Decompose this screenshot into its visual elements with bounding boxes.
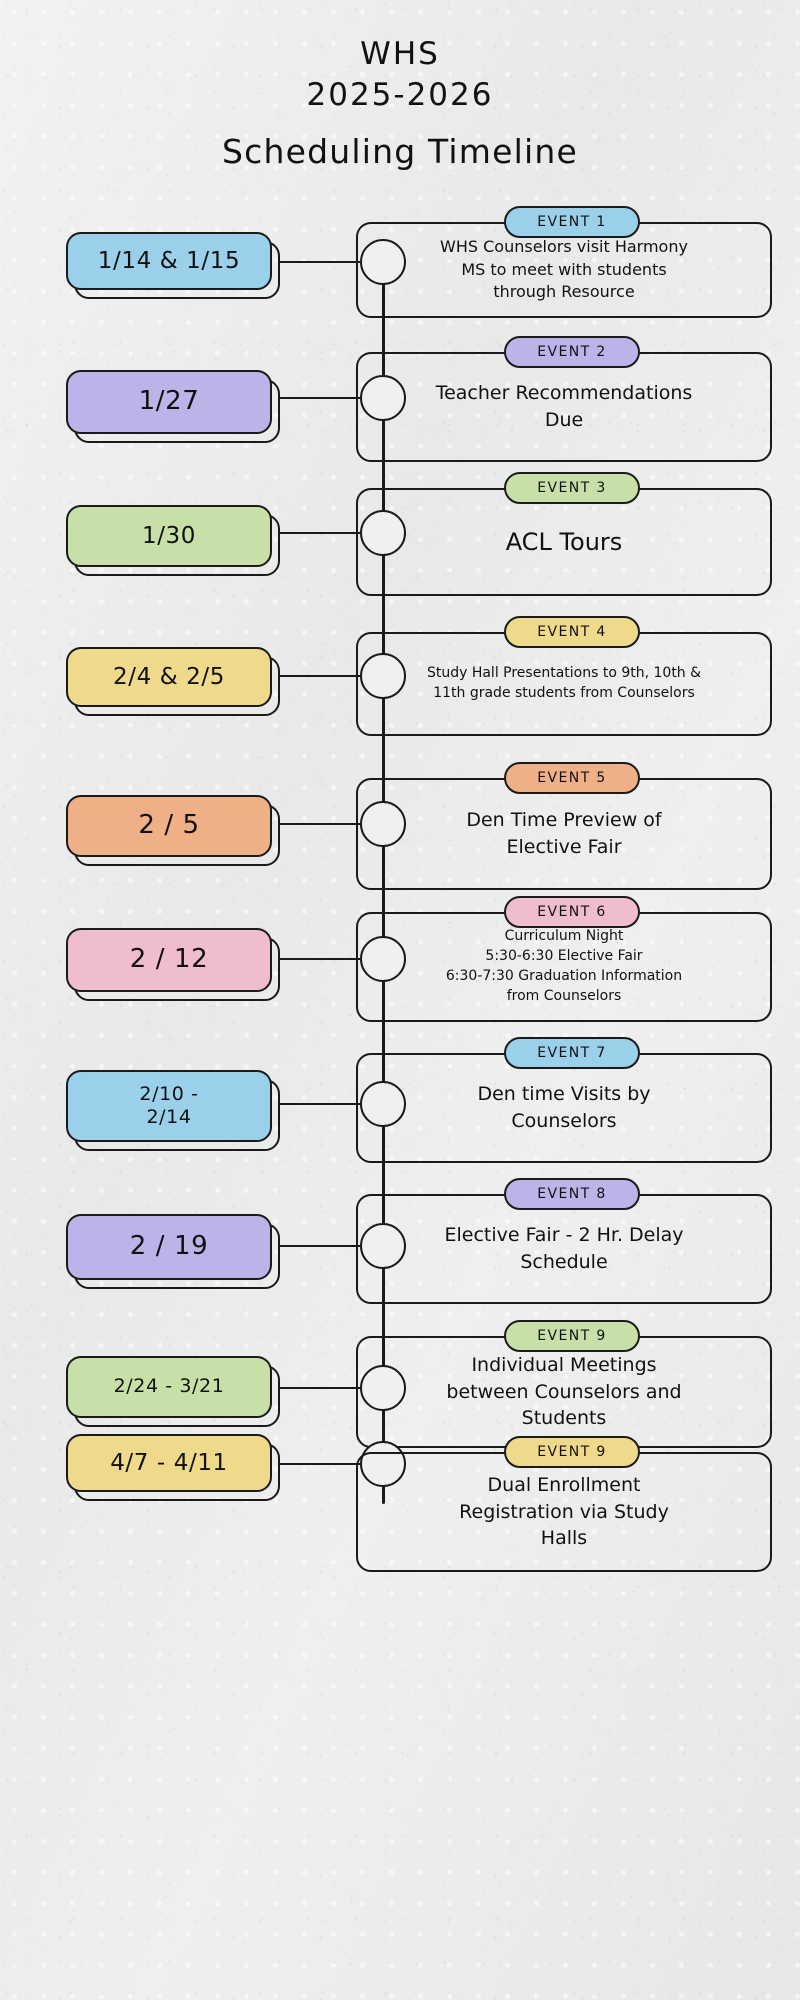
date-chip[interactable]: 4/7 - 4/11 <box>66 1434 272 1492</box>
event-pill[interactable]: EVENT 7 <box>504 1037 640 1069</box>
date-chip-wrapper: 2/4 & 2/5 <box>66 647 280 716</box>
date-chip-wrapper: 1/14 & 1/15 <box>66 232 280 299</box>
event-card[interactable]: Curriculum Night 5:30-6:30 Elective Fair… <box>356 912 772 1022</box>
date-chip-wrapper: 2/24 - 3/21 <box>66 1356 280 1427</box>
event-card[interactable]: ACL Tours <box>356 488 772 596</box>
date-chip-label: 4/7 - 4/11 <box>110 1449 228 1476</box>
event-card[interactable]: Dual Enrollment Registration via Study H… <box>356 1452 772 1572</box>
event-card[interactable]: Den time Visits by Counselors <box>356 1053 772 1163</box>
event-card-text: ACL Tours <box>505 527 623 556</box>
date-chip[interactable]: 2/10 - 2/14 <box>66 1070 272 1142</box>
event-pill-label: EVENT 7 <box>537 1045 607 1061</box>
event-pill[interactable]: EVENT 6 <box>504 896 640 928</box>
event-card-text: WHS Counselors visit Harmony MS to meet … <box>440 236 688 302</box>
event-pill[interactable]: EVENT 9 <box>504 1436 640 1468</box>
event-card-text: Elective Fair - 2 Hr. Delay Schedule <box>444 1224 684 1273</box>
date-chip[interactable]: 1/30 <box>66 505 272 567</box>
event-card-text: Den Time Preview of Elective Fair <box>466 809 662 858</box>
event-pill[interactable]: EVENT 9 <box>504 1320 640 1352</box>
date-chip-label: 2/4 & 2/5 <box>113 663 225 690</box>
event-card[interactable]: Elective Fair - 2 Hr. Delay Schedule <box>356 1194 772 1304</box>
event-pill-label: EVENT 5 <box>537 770 607 786</box>
event-pill[interactable]: EVENT 5 <box>504 762 640 794</box>
connector-line-left <box>280 1463 360 1466</box>
event-card[interactable]: Individual Meetings between Counselors a… <box>356 1336 772 1448</box>
event-pill[interactable]: EVENT 1 <box>504 206 640 238</box>
event-card-text: Dual Enrollment Registration via Study H… <box>459 1473 669 1550</box>
connector-line-left <box>280 823 360 826</box>
date-chip[interactable]: 2/4 & 2/5 <box>66 647 272 707</box>
event-card-text: Teacher Recommendations Due <box>435 382 693 431</box>
date-chip[interactable]: 2 / 12 <box>66 928 272 992</box>
date-chip[interactable]: 1/14 & 1/15 <box>66 232 272 290</box>
connector-line-left <box>280 675 360 678</box>
date-chip-label: 1/14 & 1/15 <box>97 247 241 274</box>
page-title-line-1: WHS <box>360 36 440 72</box>
date-chip-wrapper: 1/30 <box>66 505 280 576</box>
event-pill-label: EVENT 6 <box>537 904 607 920</box>
page-header: WHS 2025-2026 Scheduling Timeline <box>0 34 800 171</box>
date-chip-wrapper: 1/27 <box>66 370 280 443</box>
date-chip-wrapper: 4/7 - 4/11 <box>66 1434 280 1501</box>
connector-line-left <box>280 532 360 535</box>
event-pill[interactable]: EVENT 8 <box>504 1178 640 1210</box>
event-pill-label: EVENT 1 <box>537 214 607 230</box>
date-chip-label: 2 / 5 <box>138 810 200 841</box>
date-chip[interactable]: 1/27 <box>66 370 272 434</box>
event-pill-label: EVENT 9 <box>537 1444 607 1460</box>
event-card-text: Individual Meetings between Counselors a… <box>446 1353 682 1430</box>
connector-line-left <box>280 1387 360 1390</box>
event-pill-label: EVENT 9 <box>537 1328 607 1344</box>
date-chip[interactable]: 2 / 5 <box>66 795 272 857</box>
event-card-text: Den time Visits by Counselors <box>477 1083 651 1132</box>
connector-line-left <box>280 1245 360 1248</box>
event-pill[interactable]: EVENT 4 <box>504 616 640 648</box>
date-chip-label: 2 / 12 <box>129 944 209 975</box>
date-chip-label: 2/10 - 2/14 <box>139 1082 199 1128</box>
event-pill-label: EVENT 8 <box>537 1186 607 1202</box>
event-pill[interactable]: EVENT 3 <box>504 472 640 504</box>
date-chip-wrapper: 2 / 12 <box>66 928 280 1001</box>
event-card-text: Study Hall Presentations to 9th, 10th & … <box>426 665 702 701</box>
event-card-text: Curriculum Night 5:30-6:30 Elective Fair… <box>445 928 683 1004</box>
date-chip-wrapper: 2 / 19 <box>66 1214 280 1289</box>
date-chip-wrapper: 2 / 5 <box>66 795 280 866</box>
event-pill[interactable]: EVENT 2 <box>504 336 640 368</box>
connector-line-left <box>280 397 360 400</box>
event-pill-label: EVENT 3 <box>537 480 607 496</box>
date-chip-label: 1/27 <box>138 386 200 417</box>
connector-line-left <box>280 958 360 961</box>
date-chip-wrapper: 2/10 - 2/14 <box>66 1070 280 1151</box>
date-chip-label: 2 / 19 <box>129 1231 209 1262</box>
connector-line-left <box>280 1103 360 1106</box>
date-chip-label: 1/30 <box>141 522 197 549</box>
event-pill-label: EVENT 2 <box>537 344 607 360</box>
page-title-line-2: 2025-2026 <box>306 76 494 113</box>
page-subtitle: Scheduling Timeline <box>222 131 578 171</box>
date-chip-label: 2/24 - 3/21 <box>113 1375 225 1398</box>
date-chip[interactable]: 2/24 - 3/21 <box>66 1356 272 1418</box>
connector-line-left <box>280 261 360 264</box>
event-card[interactable]: Den Time Preview of Elective Fair <box>356 778 772 890</box>
event-card[interactable]: Teacher Recommendations Due <box>356 352 772 462</box>
date-chip[interactable]: 2 / 19 <box>66 1214 272 1280</box>
event-pill-label: EVENT 4 <box>537 624 607 640</box>
